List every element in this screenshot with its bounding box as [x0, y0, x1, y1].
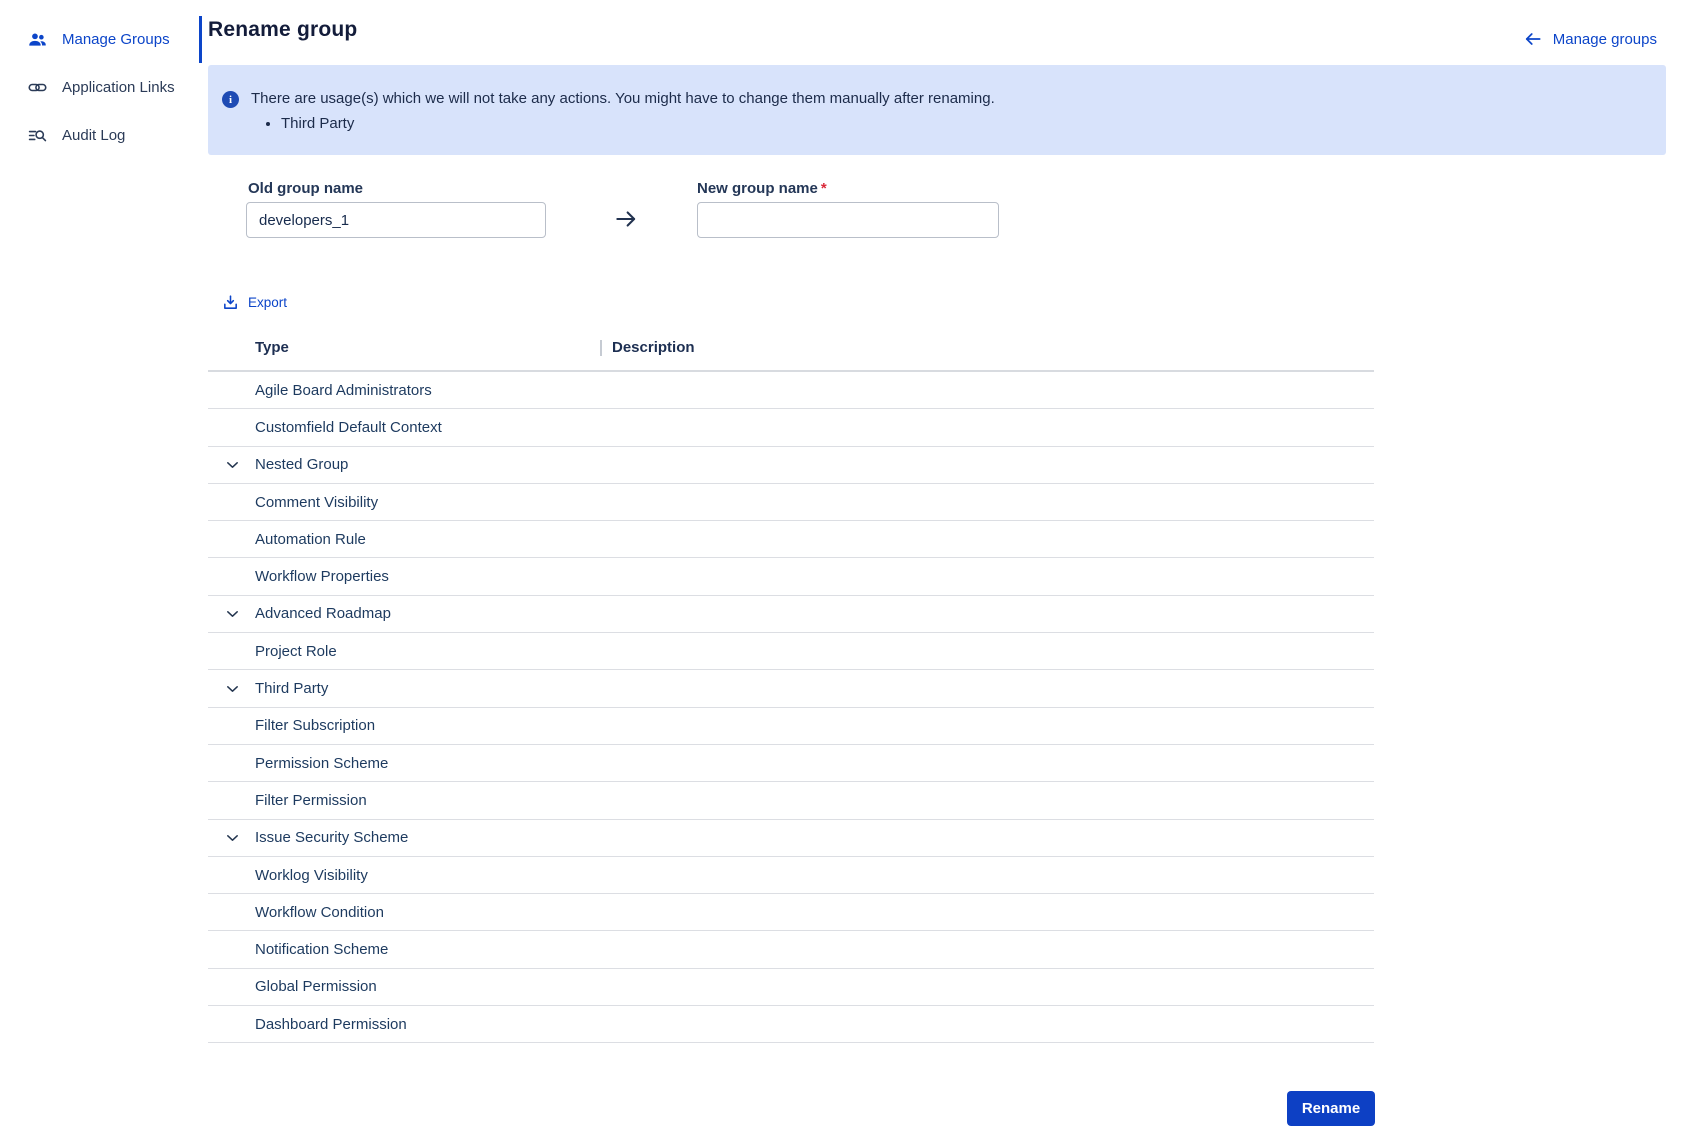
column-header-description: Description [600, 339, 695, 356]
table-row: Dashboard Permission [208, 1006, 1374, 1043]
type-cell: Worklog Visibility [255, 867, 368, 884]
type-cell: Global Permission [255, 978, 377, 995]
table-row: Notification Scheme [208, 931, 1374, 968]
download-icon [222, 294, 239, 311]
table-row: Workflow Condition [208, 894, 1374, 931]
info-icon: i [222, 91, 239, 108]
sidebar-item-audit-log[interactable]: Audit Log [28, 126, 125, 145]
type-cell: Workflow Properties [255, 568, 389, 585]
audit-log-icon [28, 126, 47, 145]
chevron-down-icon[interactable] [225, 830, 240, 845]
table-row: Customfield Default Context [208, 409, 1374, 446]
table-row: Permission Scheme [208, 745, 1374, 782]
table-row: Worklog Visibility [208, 857, 1374, 894]
type-cell: Filter Permission [255, 792, 367, 809]
sidebar-item-application-links[interactable]: Application Links [28, 78, 175, 97]
main-content: Rename group Manage groups i There are u… [208, 0, 1666, 1137]
new-group-name-input[interactable] [697, 202, 999, 238]
type-cell: Comment Visibility [255, 494, 378, 511]
banner-usage-list: Third Party [281, 115, 995, 132]
type-cell: Agile Board Administrators [255, 382, 432, 399]
back-link[interactable]: Manage groups [1523, 29, 1657, 49]
table-row: Advanced Roadmap [208, 596, 1374, 633]
old-group-name-input[interactable] [246, 202, 546, 238]
sidebar-item-label: Application Links [62, 79, 175, 96]
table-row: Global Permission [208, 969, 1374, 1006]
type-cell: Issue Security Scheme [255, 829, 408, 846]
table-row: Workflow Properties [208, 558, 1374, 595]
banner-message: There are usage(s) which we will not tak… [251, 90, 995, 109]
arrow-left-icon [1523, 29, 1543, 49]
info-banner: i There are usage(s) which we will not t… [208, 65, 1666, 155]
table-row: Automation Rule [208, 521, 1374, 558]
link-icon [28, 78, 47, 97]
old-group-name-label: Old group name [248, 180, 363, 197]
table-row: Nested Group [208, 447, 1374, 484]
type-cell: Permission Scheme [255, 755, 388, 772]
chevron-down-icon[interactable] [225, 681, 240, 696]
usages-table: Type Description Agile Board Administrat… [208, 337, 1374, 1043]
sidebar-item-manage-groups[interactable]: Manage Groups [28, 30, 170, 49]
sidebar-item-label: Manage Groups [62, 31, 170, 48]
type-cell: Project Role [255, 643, 337, 660]
table-row: Comment Visibility [208, 484, 1374, 521]
type-cell: Automation Rule [255, 531, 366, 548]
page-title: Rename group [208, 18, 357, 42]
table-row: Filter Subscription [208, 708, 1374, 745]
rename-button[interactable]: Rename [1287, 1091, 1375, 1126]
type-cell: Dashboard Permission [255, 1016, 407, 1033]
type-cell: Customfield Default Context [255, 419, 442, 436]
header-accent-bar [199, 16, 202, 63]
arrow-right-icon [613, 206, 639, 232]
banner-usage-item: Third Party [281, 115, 995, 132]
type-cell: Notification Scheme [255, 941, 388, 958]
chevron-down-icon[interactable] [225, 457, 240, 472]
column-divider [600, 340, 602, 356]
new-group-name-label: New group name* [697, 180, 827, 197]
column-header-type: Type [255, 339, 289, 356]
export-label: Export [248, 295, 287, 310]
table-row: Issue Security Scheme [208, 820, 1374, 857]
table-row: Filter Permission [208, 782, 1374, 819]
required-asterisk: * [821, 180, 827, 197]
table-row: Project Role [208, 633, 1374, 670]
table-header-row: Type Description [208, 337, 1374, 372]
type-cell: Third Party [255, 680, 328, 697]
sidebar-item-label: Audit Log [62, 127, 125, 144]
type-cell: Filter Subscription [255, 717, 375, 734]
table-row: Agile Board Administrators [208, 372, 1374, 409]
chevron-down-icon[interactable] [225, 606, 240, 621]
sidebar: Manage Groups Application Links Audit Log [0, 0, 199, 1137]
export-button[interactable]: Export [222, 294, 287, 311]
table-body: Agile Board Administrators Customfield De… [208, 372, 1374, 1043]
type-cell: Nested Group [255, 456, 348, 473]
people-icon [28, 30, 47, 49]
type-cell: Workflow Condition [255, 904, 384, 921]
type-cell: Advanced Roadmap [255, 605, 391, 622]
rename-group-page: Manage GroupsApplication LinksAudit Log … [0, 0, 1684, 1137]
back-link-label: Manage groups [1553, 31, 1657, 48]
table-row: Third Party [208, 670, 1374, 707]
